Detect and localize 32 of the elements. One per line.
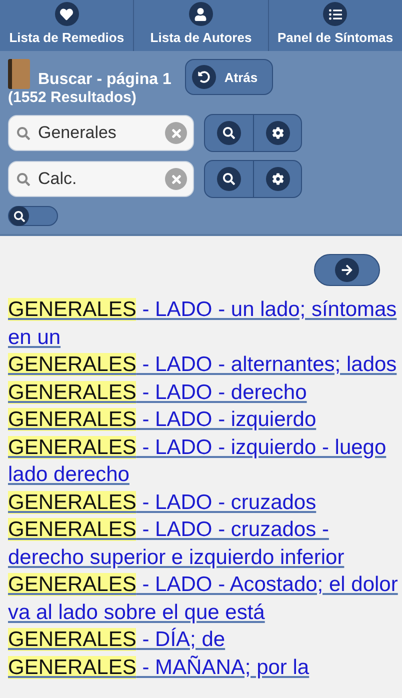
back-button[interactable]: Atrás bbox=[185, 59, 273, 95]
page-title: Buscar - página 1 bbox=[38, 71, 172, 89]
book-icon bbox=[8, 59, 30, 89]
search-icon bbox=[217, 167, 241, 191]
list-icon bbox=[323, 2, 348, 26]
tab[interactable]: Panel de Síntomas bbox=[268, 0, 402, 51]
search-input[interactable]: Generales bbox=[38, 123, 157, 143]
search-icon bbox=[17, 172, 30, 186]
result-link[interactable]: GENERALES - LADO - Acostado; el dolor va al lado sobre el que está bbox=[8, 571, 402, 626]
search-input[interactable]: Calc. bbox=[38, 169, 157, 189]
settings-icon bbox=[266, 167, 290, 191]
result-link[interactable]: GENERALES - MAÑANA; por la bbox=[8, 654, 402, 681]
search-field[interactable]: Generales bbox=[8, 115, 194, 151]
result-link[interactable]: GENERALES - DÍA; de bbox=[8, 626, 402, 654]
result-link[interactable]: GENERALES - LADO - alternantes; lados bbox=[8, 351, 402, 378]
result-link[interactable]: GENERALES - LADO - cruzados bbox=[8, 488, 402, 516]
search-icon bbox=[217, 121, 241, 145]
settings-icon bbox=[266, 121, 290, 145]
undo-icon bbox=[192, 65, 216, 89]
result-link[interactable]: GENERALES - LADO - derecho bbox=[8, 378, 402, 406]
result-link[interactable]: GENERALES - LADO - izquierdo - luego lado derecho bbox=[8, 434, 402, 488]
search-icon bbox=[17, 126, 30, 140]
search-field[interactable]: Calc. bbox=[8, 161, 194, 197]
person-icon bbox=[188, 2, 213, 26]
result-link[interactable]: GENERALES - LADO - un lado; síntomas en un bbox=[8, 296, 402, 351]
search-icon bbox=[9, 206, 29, 226]
search-toggle[interactable] bbox=[8, 206, 58, 226]
result-count: (1552 Resultados) bbox=[8, 89, 138, 106]
arrow-right-icon bbox=[335, 258, 359, 282]
result-link[interactable]: GENERALES - LADO - izquierdo bbox=[8, 406, 402, 434]
next-button[interactable] bbox=[314, 254, 380, 286]
result-link[interactable]: GENERALES - LADO - cruzados - derecho superior e izquierdo inferior bbox=[8, 516, 402, 571]
